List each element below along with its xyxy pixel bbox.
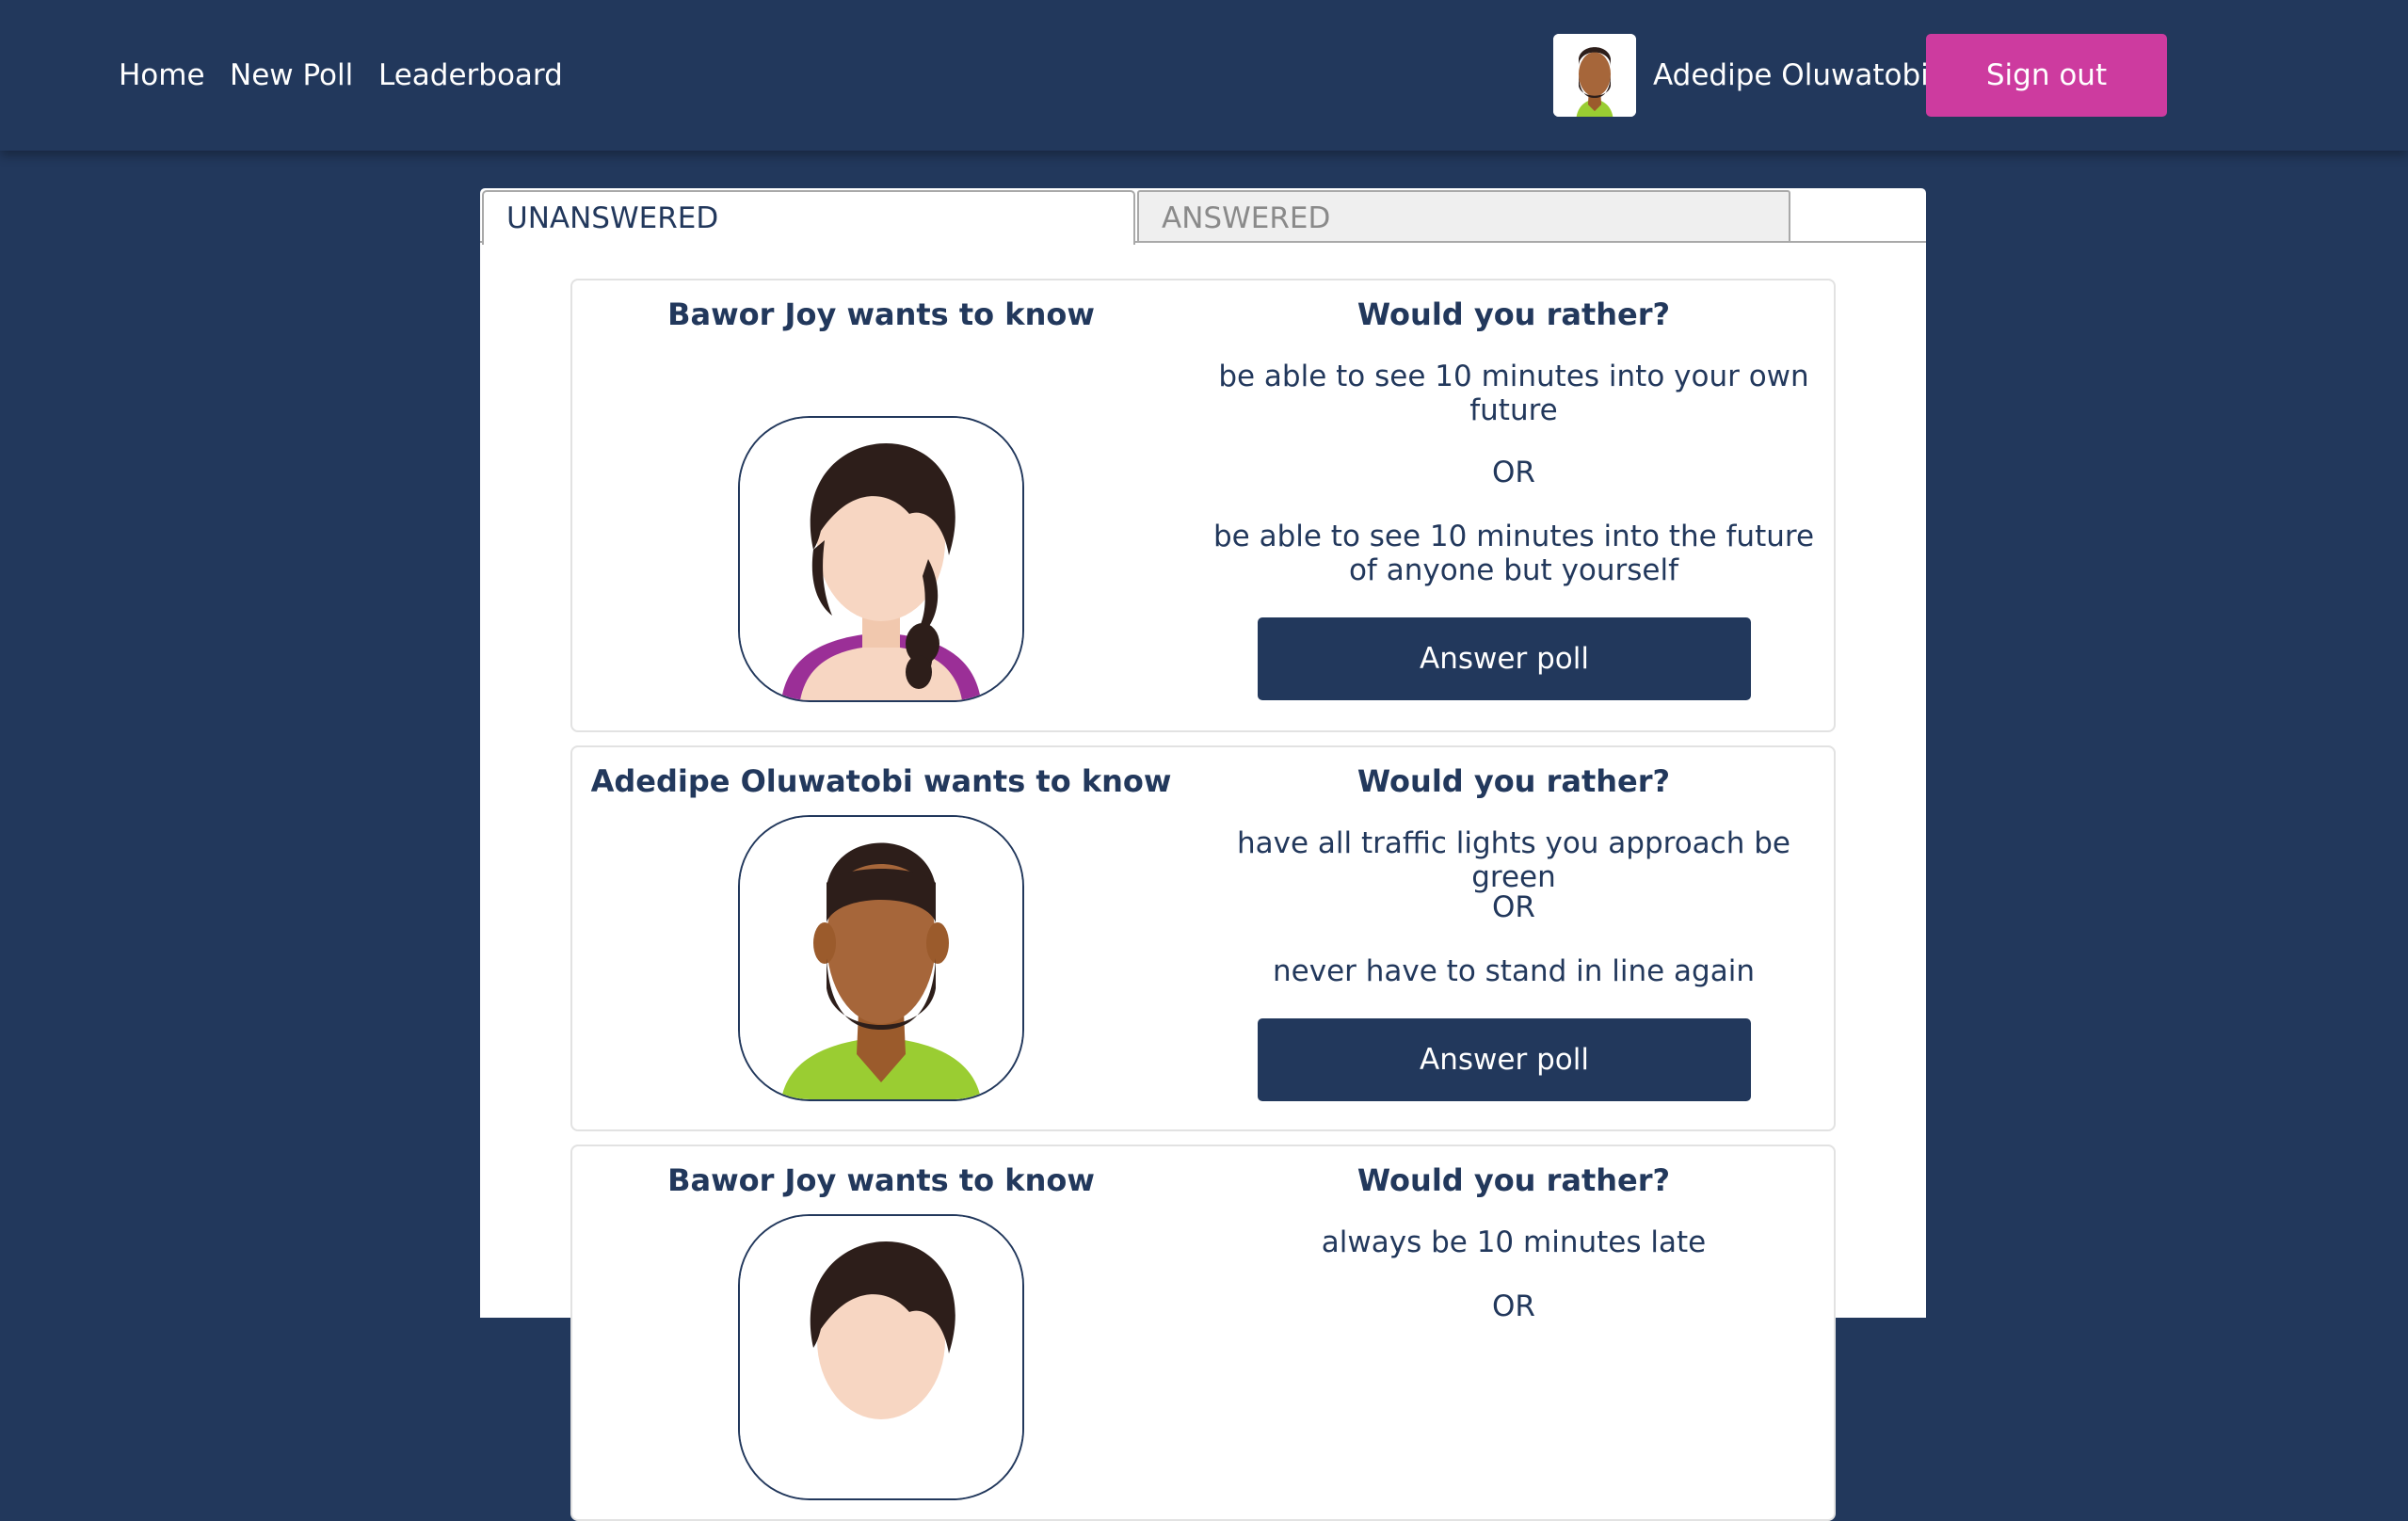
tab-answered[interactable]: ANSWERED bbox=[1137, 190, 1790, 243]
nav-leaderboard-link[interactable]: Leaderboard bbox=[378, 55, 563, 96]
poll-card: Bawor Joy wants to know Would you rather… bbox=[570, 279, 1836, 732]
female-avatar-icon bbox=[740, 418, 1022, 700]
poll-or-label: OR bbox=[1492, 890, 1535, 924]
poll-author: Bawor Joy wants to know bbox=[667, 1162, 1095, 1198]
answer-poll-button[interactable]: Answer poll bbox=[1258, 1018, 1751, 1101]
nav-new-poll-link[interactable]: New Poll bbox=[230, 55, 353, 96]
poll-option-one: be able to see 10 minutes into your own … bbox=[1218, 360, 1809, 427]
polls-panel: UNANSWERED ANSWERED Bawor Joy wants to k… bbox=[480, 188, 1926, 1521]
poll-option-two: never have to stand in line again bbox=[1273, 954, 1755, 988]
poll-card: Bawor Joy wants to know Would you rather… bbox=[570, 1145, 1836, 1521]
tab-unanswered[interactable]: UNANSWERED bbox=[482, 190, 1135, 245]
male-avatar-icon bbox=[1553, 34, 1636, 117]
poll-heading: Would you rather? bbox=[1357, 296, 1671, 332]
answer-poll-button[interactable]: Answer poll bbox=[1258, 617, 1751, 700]
poll-author: Bawor Joy wants to know bbox=[667, 296, 1095, 332]
male-avatar-icon bbox=[740, 817, 1022, 1099]
poll-heading: Would you rather? bbox=[1357, 763, 1671, 799]
poll-author: Adedipe Oluwatobi wants to know bbox=[590, 763, 1172, 799]
nav-home-link[interactable]: Home bbox=[119, 55, 205, 96]
poll-card: Adedipe Oluwatobi wants to know Would yo… bbox=[570, 745, 1836, 1131]
poll-heading: Would you rather? bbox=[1357, 1162, 1671, 1198]
poll-option-one: have all traffic lights you approach be … bbox=[1237, 826, 1790, 894]
author-avatar bbox=[738, 1214, 1024, 1500]
author-avatar bbox=[738, 815, 1024, 1101]
user-avatar bbox=[1553, 34, 1636, 117]
author-avatar bbox=[738, 416, 1024, 702]
poll-or-label: OR bbox=[1492, 456, 1535, 489]
poll-or-label: OR bbox=[1492, 1289, 1535, 1323]
poll-option-one: always be 10 minutes late bbox=[1321, 1225, 1707, 1259]
female-avatar-icon bbox=[740, 1216, 1022, 1498]
user-name: Adedipe Oluwatobi bbox=[1653, 58, 1929, 92]
poll-option-two: be able to see 10 minutes into the futur… bbox=[1212, 520, 1815, 587]
sign-out-button[interactable]: Sign out bbox=[1926, 34, 2167, 117]
top-navbar: Home New Poll Leaderboard Adedipe Oluwat… bbox=[0, 0, 2408, 151]
